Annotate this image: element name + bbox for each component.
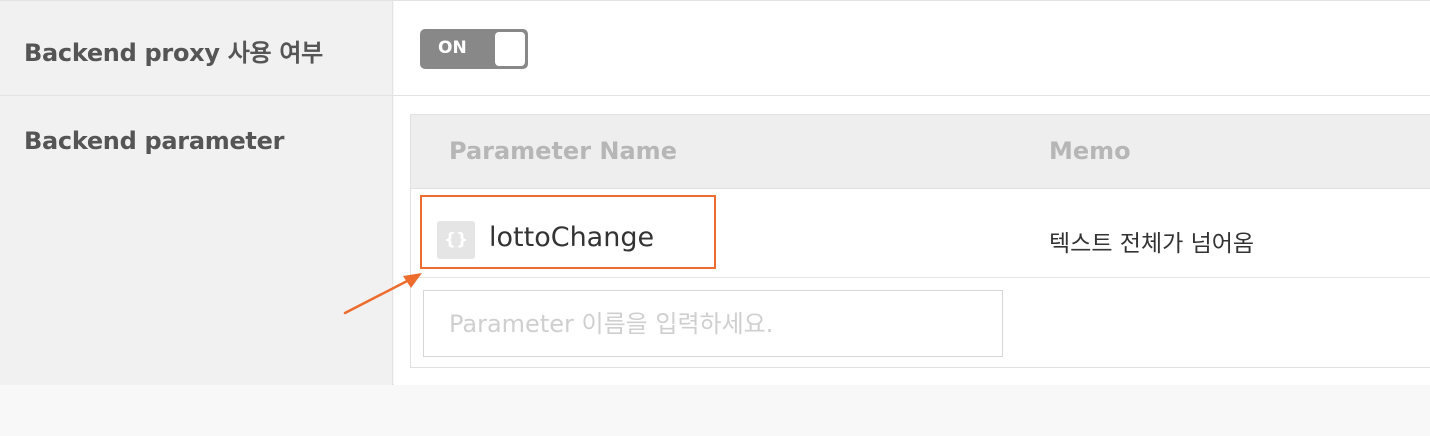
proxy-label-cell: Backend proxy 사용 여부	[0, 1, 393, 95]
parameter-name-input[interactable]	[423, 290, 1003, 357]
proxy-setting-row: Backend proxy 사용 여부 ON	[0, 1, 1430, 96]
column-header-parameter-name: Parameter Name	[449, 137, 677, 165]
toggle-knob	[495, 32, 525, 66]
toggle-state-label: ON	[438, 38, 467, 58]
parameter-table: Parameter Name Memo {} lottoChange 텍스트 전…	[410, 114, 1430, 368]
parameter-value-cell: Parameter Name Memo {} lottoChange 텍스트 전…	[394, 96, 1430, 385]
table-row[interactable]: {} lottoChange 텍스트 전체가 넘어옴	[411, 189, 1430, 278]
backend-settings-form: Backend proxy 사용 여부 ON Backend parameter…	[0, 0, 1430, 385]
column-header-memo: Memo	[1049, 137, 1131, 165]
proxy-value-cell: ON	[394, 1, 1430, 95]
parameter-name-cell[interactable]: lottoChange	[489, 222, 654, 253]
proxy-label: Backend proxy 사용 여부	[24, 39, 323, 67]
parameter-label-cell: Backend parameter	[0, 96, 393, 385]
parameter-setting-row: Backend parameter Parameter Name Memo {}…	[0, 96, 1430, 385]
table-header: Parameter Name Memo	[411, 114, 1430, 189]
proxy-toggle[interactable]: ON	[420, 29, 528, 69]
parameter-memo-cell[interactable]: 텍스트 전체가 넘어옴	[1049, 224, 1254, 258]
variable-braces-icon: {}	[437, 221, 475, 259]
parameter-label: Backend parameter	[24, 127, 285, 155]
